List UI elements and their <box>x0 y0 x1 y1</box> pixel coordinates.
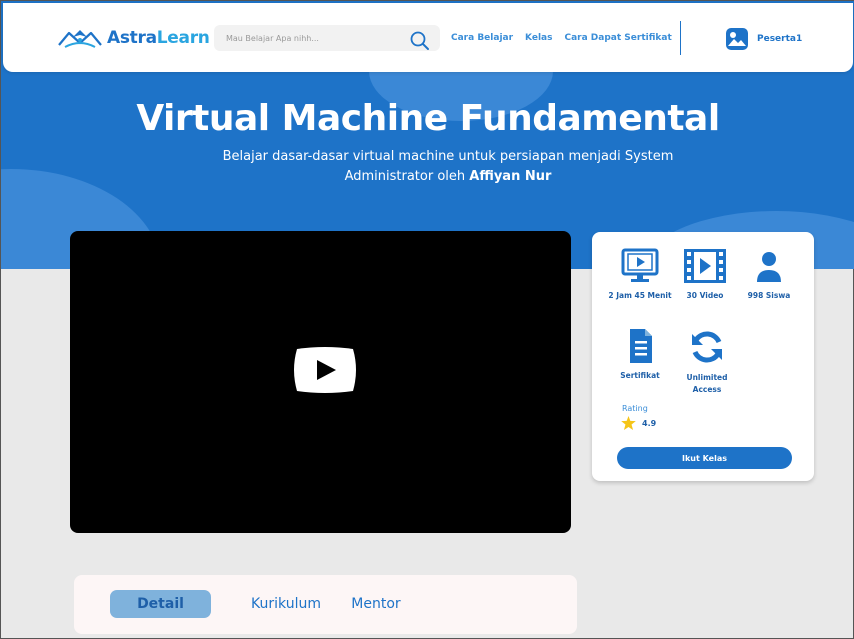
stat-access-label: Unlimited Access <box>671 372 743 396</box>
brand-name: Astra <box>107 28 157 48</box>
stat-access-line2: Access <box>692 385 722 394</box>
course-subtitle: Belajar dasar-dasar virtual machine untu… <box>181 147 715 187</box>
tab-mentor[interactable]: Mentor <box>346 590 406 618</box>
navbar: AstraLearn Cara Belajar Kelas Cara Dapat… <box>3 3 853 72</box>
stat-students-label: 998 Siswa <box>747 291 791 300</box>
nav-links: Cara Belajar Kelas Cara Dapat Sertifikat <box>451 33 672 43</box>
star-icon <box>621 416 636 430</box>
course-subtitle-line1: Belajar dasar-dasar virtual machine untu… <box>222 149 674 164</box>
course-author: Affiyan Nur <box>469 169 552 184</box>
nav-link-sertifikat[interactable]: Cara Dapat Sertifikat <box>564 33 671 43</box>
course-title: Virtual Machine Fundamental <box>136 98 720 139</box>
search-icon[interactable] <box>409 30 431 52</box>
rating-value: 4.9 <box>642 418 657 428</box>
stat-students: 998 Siswa <box>733 248 805 302</box>
brand-logo[interactable]: AstraLearn <box>57 25 210 51</box>
nav-link-cara-belajar[interactable]: Cara Belajar <box>451 33 513 43</box>
stat-access-line1: Unlimited <box>686 373 728 382</box>
stat-duration: 2 Jam 45 Menit <box>604 248 676 302</box>
rating-row: 4.9 <box>621 416 656 430</box>
brand-name-accent: Learn <box>156 28 210 48</box>
rating-label: Rating <box>622 404 648 413</box>
search-bar <box>214 25 440 51</box>
course-info-card: 2 Jam 45 Menit 30 Video 998 Siswa Sertif… <box>592 232 814 481</box>
nav-divider <box>680 21 681 55</box>
stat-videos-label: 30 Video <box>686 291 724 300</box>
tab-kurikulum[interactable]: Kurikulum <box>246 590 326 618</box>
search-input[interactable] <box>226 29 406 47</box>
user-menu[interactable]: Peserta1 <box>725 27 802 51</box>
course-subtitle-line2: Administrator oleh <box>344 169 470 184</box>
certificate-document-icon <box>630 329 652 363</box>
nav-link-kelas[interactable]: Kelas <box>525 33 552 43</box>
avatar-image-icon <box>726 28 748 50</box>
stat-certificate: Sertifikat <box>604 328 676 382</box>
stat-access: Unlimited Access <box>671 328 743 396</box>
refresh-icon <box>692 331 722 363</box>
course-tabs: Detail Kurikulum Mentor <box>74 575 577 634</box>
stat-duration-label: 2 Jam 45 Menit <box>608 291 672 300</box>
user-name: Peserta1 <box>757 34 803 44</box>
stat-certificate-label: Sertifikat <box>620 371 660 380</box>
tab-detail[interactable]: Detail <box>110 590 211 618</box>
stat-videos: 30 Video <box>669 248 741 302</box>
play-button-icon[interactable] <box>291 345 359 395</box>
video-player[interactable] <box>70 231 571 533</box>
join-class-button[interactable]: Ikut Kelas <box>617 447 792 469</box>
film-strip-icon <box>684 249 726 283</box>
logo-book-icon <box>58 30 102 48</box>
user-icon <box>757 252 781 282</box>
monitor-play-icon <box>621 248 659 282</box>
